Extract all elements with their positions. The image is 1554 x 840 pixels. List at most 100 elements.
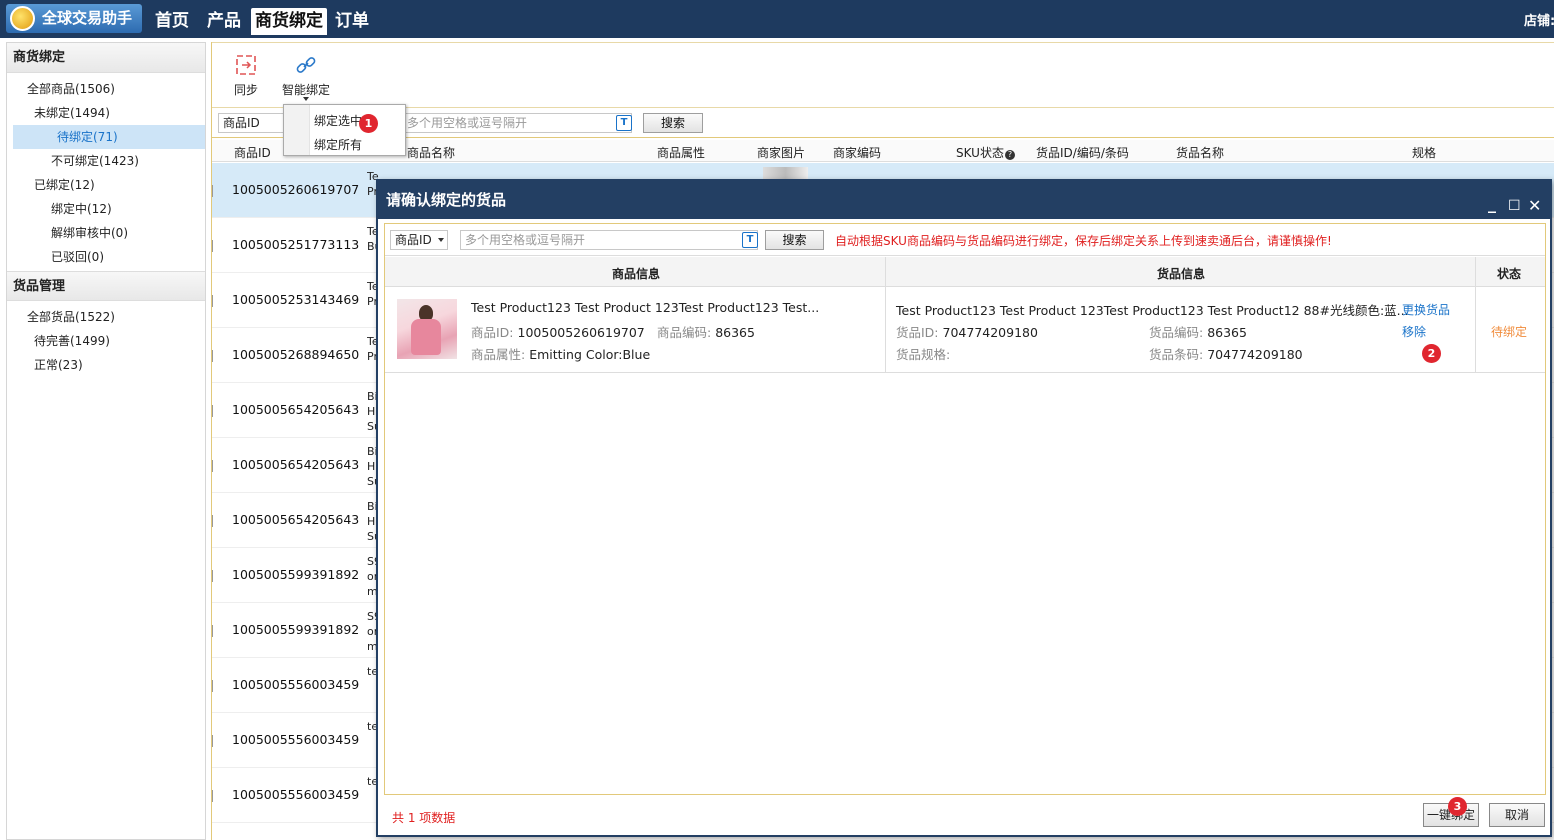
row-product-id: 1005005556003459 (232, 732, 360, 747)
sidebar-item-normal[interactable]: 正常(23) (7, 353, 205, 377)
close-icon[interactable]: ✕ (1528, 187, 1541, 225)
col-sku-status-label: SKU状态 (956, 146, 1004, 160)
col-goods-id[interactable]: 货品ID/编码/条码 (1036, 144, 1129, 161)
row-checkbox[interactable] (212, 460, 215, 472)
footer-count: 共 1 项数据 (392, 811, 456, 825)
row-checkbox[interactable] (212, 790, 215, 802)
col-product-attr[interactable]: 商品属性 (657, 144, 705, 161)
dialog-search-field-select[interactable]: 商品ID (390, 230, 448, 250)
nav-products[interactable]: 产品 (203, 8, 245, 35)
menu-item-bind-selected[interactable]: 绑定选中 (314, 112, 362, 129)
replace-goods-link[interactable]: 更换货品 (1402, 301, 1450, 318)
row-checkbox[interactable] (212, 240, 215, 252)
product-attr-line: 商品属性: Emitting Color:Blue (471, 344, 650, 363)
sidebar-section-binding[interactable]: 商货绑定 (7, 43, 205, 73)
nav-orders[interactable]: 订单 (331, 8, 373, 35)
dialog-table-row[interactable]: Test Product123 Test Product 123Test Pro… (385, 287, 1545, 373)
nav-home[interactable]: 首页 (151, 8, 193, 35)
menu-item-bind-all[interactable]: 绑定所有 (314, 136, 362, 153)
row-checkbox[interactable] (212, 405, 215, 417)
sidebar-item-bound[interactable]: 已绑定(12) (7, 173, 205, 197)
confirm-binding-dialog: 请确认绑定的货品 _ ☐ ✕ 商品ID 多个用空格或逗号隔开 T 搜索 自动根据… (376, 179, 1552, 837)
sidebar-item-incomplete[interactable]: 待完善(1499) (7, 329, 205, 353)
nav-binding[interactable]: 商货绑定 (251, 8, 327, 35)
cancel-button[interactable]: 取消 (1489, 803, 1545, 827)
row-product-id: 1005005260619707 (232, 182, 360, 197)
col-goods-name[interactable]: 货品名称 (1176, 144, 1224, 161)
sidebar-item-pending[interactable]: 待绑定(71) (13, 125, 205, 149)
product-image (397, 299, 457, 359)
grid-header: 商品ID 商品名称 商品属性 商家图片 商家编码 SKU状态? 货品ID/编码/… (212, 140, 1554, 162)
merchant-thumbnail (763, 167, 808, 179)
dialog-search-button[interactable]: 搜索 (765, 230, 824, 250)
step-badge-2: 2 (1422, 344, 1441, 363)
dialog-search-input[interactable]: 多个用空格或逗号隔开 (460, 230, 758, 250)
row-checkbox[interactable] (212, 515, 215, 527)
maximize-icon[interactable]: ☐ (1508, 187, 1521, 225)
search-input[interactable]: 多个用空格或逗号隔开 (402, 113, 632, 133)
col-merchant-image[interactable]: 商家图片 (757, 144, 805, 161)
col-goods-info: 货品信息 (1157, 267, 1206, 281)
row-checkbox[interactable] (212, 680, 215, 692)
select-arrow-icon (438, 238, 444, 242)
text-format-icon[interactable]: T (616, 115, 632, 131)
row-checkbox[interactable] (212, 185, 215, 197)
row-checkbox[interactable] (212, 735, 215, 747)
sidebar-item-rejected[interactable]: 已驳回(0) (7, 245, 205, 269)
goods-barcode-value: 704774209180 (1207, 347, 1303, 362)
col-status: 状态 (1497, 267, 1522, 281)
sync-icon (236, 55, 256, 75)
col-merchant-code[interactable]: 商家编码 (833, 144, 881, 161)
col-product-info: 商品信息 (612, 267, 661, 281)
sidebar-item-all-goods[interactable]: 全部货品(1522) (7, 305, 205, 329)
goods-id-value: 704774209180 (942, 325, 1038, 340)
help-icon: ? (1004, 150, 1015, 160)
minimize-icon[interactable]: _ (1488, 185, 1496, 223)
toolbar: 同步 智能绑定 (212, 42, 1554, 108)
goods-code-line: 货品编码: 86365 (1149, 322, 1247, 341)
top-bar: 全球交易助手 首页 产品 商货绑定 订单 店铺: (0, 0, 1554, 38)
app-logo[interactable]: 全球交易助手 (6, 4, 142, 33)
sync-label: 同步 (233, 83, 258, 97)
goods-title: Test Product123 Test Product 123Test Pro… (896, 303, 1409, 318)
col-divider (885, 257, 886, 287)
link-icon (296, 57, 316, 73)
sidebar-item-unbindable[interactable]: 不可绑定(1423) (7, 149, 205, 173)
sidebar-section-goods[interactable]: 货品管理 (7, 271, 205, 301)
dialog-notice: 自动根据SKU商品编码与货品编码进行绑定，保存后绑定关系上传到速卖通后台，请谨慎… (835, 234, 1332, 248)
sidebar-item-binding[interactable]: 绑定中(12) (7, 197, 205, 221)
goods-spec-line: 货品规格: (896, 344, 950, 363)
row-checkbox[interactable] (212, 350, 215, 362)
search-button[interactable]: 搜索 (643, 113, 703, 133)
search-field-select[interactable]: 商品ID (218, 113, 288, 133)
dialog-search-field-label: 商品ID (395, 233, 432, 247)
product-attr-label: 商品属性: (471, 347, 526, 362)
dialog-title-text: 请确认绑定的货品 (386, 191, 507, 209)
sidebar-item-unbound[interactable]: 未绑定(1494) (7, 101, 205, 125)
menu-icon-stripe (284, 105, 310, 155)
row-product-id: 1005005654205643 (232, 402, 360, 417)
goods-id-line: 货品ID: 704774209180 (896, 322, 1038, 341)
sync-button[interactable]: 同步 (218, 51, 274, 103)
row-product-id: 1005005599391892 (232, 622, 360, 637)
smart-bind-button[interactable]: 智能绑定 (278, 51, 334, 103)
row-checkbox[interactable] (212, 295, 215, 307)
row-checkbox[interactable] (212, 570, 215, 582)
row-checkbox[interactable] (212, 625, 215, 637)
search-row: 商品ID 多个用空格或逗号隔开 T 搜索 (212, 108, 1554, 138)
remove-link[interactable]: 移除 (1402, 323, 1426, 340)
col-product-name[interactable]: 商品名称 (407, 144, 455, 161)
app-logo-icon (10, 6, 35, 31)
smart-bind-menu: 绑定选中 绑定所有 (283, 104, 406, 156)
product-id-value: 1005005260619707 (517, 325, 645, 340)
dialog-text-format-icon[interactable]: T (742, 232, 758, 248)
status-badge: 待绑定 (1491, 325, 1528, 339)
dialog-table-header: 商品信息 货品信息 状态 (385, 257, 1545, 287)
col-product-id[interactable]: 商品ID (234, 144, 271, 161)
sidebar-item-unbind-review[interactable]: 解绑审核中(0) (7, 221, 205, 245)
col-sku-status[interactable]: SKU状态? (956, 144, 1015, 161)
goods-code-label: 货品编码: (1149, 325, 1204, 340)
sidebar-item-all-products[interactable]: 全部商品(1506) (7, 77, 205, 101)
col-spec[interactable]: 规格 (1412, 144, 1436, 161)
store-label[interactable]: 店铺: (1524, 10, 1554, 29)
